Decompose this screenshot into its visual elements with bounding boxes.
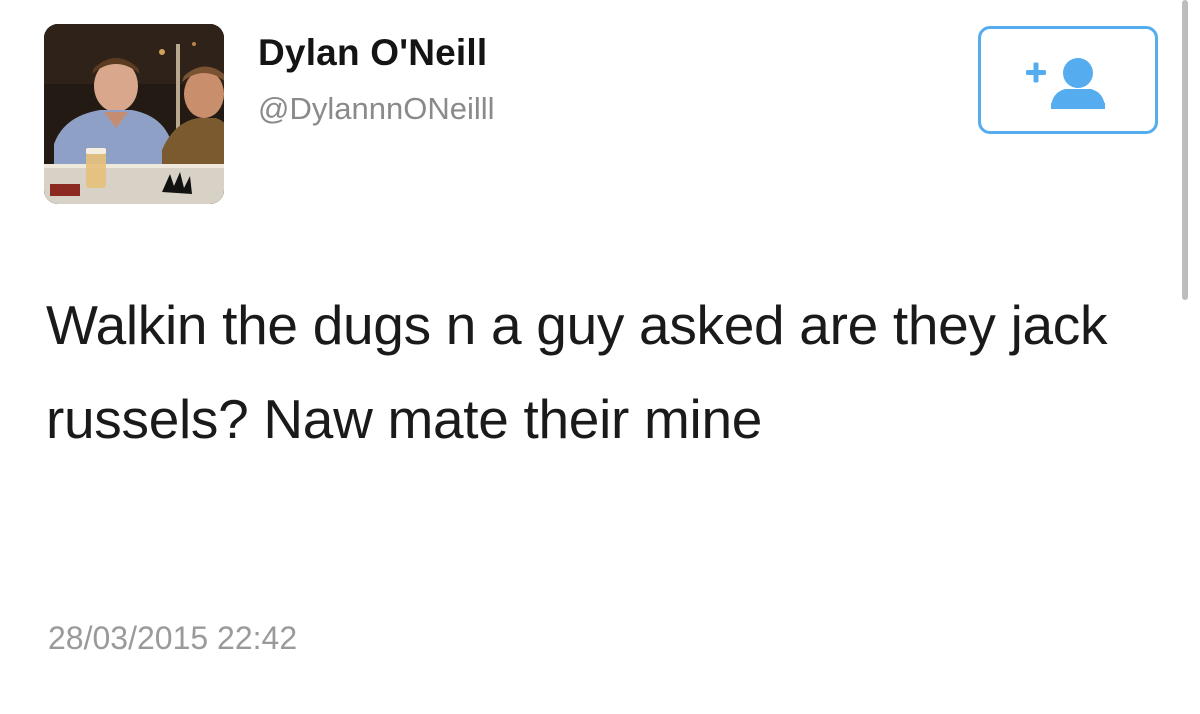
- tweet-timestamp[interactable]: 28/03/2015 22:42: [48, 620, 297, 657]
- avatar-photo: [44, 24, 224, 204]
- scrollbar[interactable]: [1182, 0, 1188, 300]
- tweet-card: Dylan O'Neill @DylannnONeilll Walkin the…: [0, 0, 1200, 714]
- user-handle[interactable]: @DylannnONeilll: [258, 91, 495, 127]
- profile-avatar[interactable]: [44, 24, 224, 204]
- display-name[interactable]: Dylan O'Neill: [258, 32, 487, 74]
- tweet-text: Walkin the dugs n a guy asked are they j…: [46, 294, 1108, 450]
- follow-button[interactable]: [978, 26, 1158, 134]
- follow-user-icon: [1026, 58, 1105, 109]
